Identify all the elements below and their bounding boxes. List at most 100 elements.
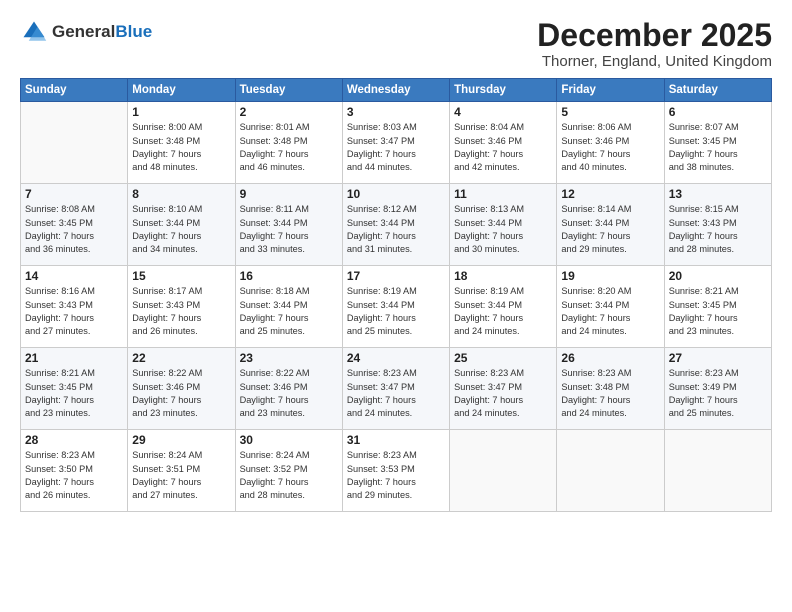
day-info: Sunrise: 8:07 AMSunset: 3:45 PMDaylight:…	[669, 121, 767, 174]
day-number: 7	[25, 187, 123, 201]
calendar-cell-w1-d1	[21, 102, 128, 184]
day-number: 19	[561, 269, 659, 283]
calendar-cell-w4-d6: 26 Sunrise: 8:23 AMSunset: 3:48 PMDayligh…	[557, 348, 664, 430]
calendar-table: Sunday Monday Tuesday Wednesday Thursday…	[20, 78, 772, 512]
day-info: Sunrise: 8:22 AMSunset: 3:46 PMDaylight:…	[240, 367, 338, 420]
day-info: Sunrise: 8:01 AMSunset: 3:48 PMDaylight:…	[240, 121, 338, 174]
calendar-cell-w4-d5: 25 Sunrise: 8:23 AMSunset: 3:47 PMDayligh…	[450, 348, 557, 430]
day-info: Sunrise: 8:00 AMSunset: 3:48 PMDaylight:…	[132, 121, 230, 174]
calendar-cell-w1-d7: 6 Sunrise: 8:07 AMSunset: 3:45 PMDaylight…	[664, 102, 771, 184]
col-thursday: Thursday	[450, 79, 557, 102]
day-number: 23	[240, 351, 338, 365]
day-info: Sunrise: 8:23 AMSunset: 3:47 PMDaylight:…	[347, 367, 445, 420]
day-number: 27	[669, 351, 767, 365]
day-number: 4	[454, 105, 552, 119]
day-info: Sunrise: 8:11 AMSunset: 3:44 PMDaylight:…	[240, 203, 338, 256]
calendar-cell-w3-d6: 19 Sunrise: 8:20 AMSunset: 3:44 PMDayligh…	[557, 266, 664, 348]
day-info: Sunrise: 8:18 AMSunset: 3:44 PMDaylight:…	[240, 285, 338, 338]
week-row-4: 21Sunrise: 8:21 AMSunset: 3:45 PMDayligh…	[21, 348, 772, 430]
day-number: 26	[561, 351, 659, 365]
day-number: 1	[132, 105, 230, 119]
calendar-cell-w5-d3: 30 Sunrise: 8:24 AMSunset: 3:52 PMDayligh…	[235, 430, 342, 512]
day-info: Sunrise: 8:03 AMSunset: 3:47 PMDaylight:…	[347, 121, 445, 174]
day-info: Sunrise: 8:23 AMSunset: 3:50 PMDaylight:…	[25, 449, 123, 502]
week-row-1: 1 Sunrise: 8:00 AMSunset: 3:48 PMDaylight…	[21, 102, 772, 184]
calendar-cell-w5-d1: 28 Sunrise: 8:23 AMSunset: 3:50 PMDayligh…	[21, 430, 128, 512]
day-info: Sunrise: 8:06 AMSunset: 3:46 PMDaylight:…	[561, 121, 659, 174]
day-number: 10	[347, 187, 445, 201]
calendar-cell-w2-d3: 9 Sunrise: 8:11 AMSunset: 3:44 PMDaylight…	[235, 184, 342, 266]
day-number: 5	[561, 105, 659, 119]
calendar-cell-w4-d3: 23 Sunrise: 8:22 AMSunset: 3:46 PMDayligh…	[235, 348, 342, 430]
day-info: Sunrise: 8:10 AMSunset: 3:44 PMDaylight:…	[132, 203, 230, 256]
calendar-cell-w1-d5: 4 Sunrise: 8:04 AMSunset: 3:46 PMDaylight…	[450, 102, 557, 184]
day-number: 11	[454, 187, 552, 201]
day-info: Sunrise: 8:04 AMSunset: 3:46 PMDaylight:…	[454, 121, 552, 174]
week-row-2: 7Sunrise: 8:08 AMSunset: 3:45 PMDaylight…	[21, 184, 772, 266]
day-info: Sunrise: 8:23 AMSunset: 3:47 PMDaylight:…	[454, 367, 552, 420]
calendar-cell-w4-d7: 27 Sunrise: 8:23 AMSunset: 3:49 PMDayligh…	[664, 348, 771, 430]
week-row-3: 14Sunrise: 8:16 AMSunset: 3:43 PMDayligh…	[21, 266, 772, 348]
logo-blue: Blue	[115, 22, 152, 41]
calendar-cell-w4-d2: 22Sunrise: 8:22 AMSunset: 3:46 PMDayligh…	[128, 348, 235, 430]
day-info: Sunrise: 8:15 AMSunset: 3:43 PMDaylight:…	[669, 203, 767, 256]
day-info: Sunrise: 8:13 AMSunset: 3:44 PMDaylight:…	[454, 203, 552, 256]
day-number: 20	[669, 269, 767, 283]
day-number: 29	[132, 433, 230, 447]
day-number: 31	[347, 433, 445, 447]
header: GeneralBlue December 2025 Thorner, Engla…	[20, 18, 772, 70]
col-saturday: Saturday	[664, 79, 771, 102]
day-info: Sunrise: 8:23 AMSunset: 3:49 PMDaylight:…	[669, 367, 767, 420]
day-number: 6	[669, 105, 767, 119]
day-number: 12	[561, 187, 659, 201]
location: Thorner, England, United Kingdom	[537, 53, 772, 70]
calendar-header-row: Sunday Monday Tuesday Wednesday Thursday…	[21, 79, 772, 102]
month-title: December 2025	[537, 18, 772, 53]
calendar-cell-w2-d1: 7Sunrise: 8:08 AMSunset: 3:45 PMDaylight…	[21, 184, 128, 266]
day-info: Sunrise: 8:24 AMSunset: 3:52 PMDaylight:…	[240, 449, 338, 502]
title-block: December 2025 Thorner, England, United K…	[537, 18, 772, 70]
calendar-cell-w3-d4: 17Sunrise: 8:19 AMSunset: 3:44 PMDayligh…	[342, 266, 449, 348]
logo-text: GeneralBlue	[52, 23, 152, 42]
day-number: 2	[240, 105, 338, 119]
logo-icon	[20, 18, 48, 46]
calendar-cell-w5-d7	[664, 430, 771, 512]
calendar-cell-w3-d5: 18 Sunrise: 8:19 AMSunset: 3:44 PMDayligh…	[450, 266, 557, 348]
day-number: 24	[347, 351, 445, 365]
calendar-cell-w1-d2: 1 Sunrise: 8:00 AMSunset: 3:48 PMDaylight…	[128, 102, 235, 184]
day-info: Sunrise: 8:17 AMSunset: 3:43 PMDaylight:…	[132, 285, 230, 338]
day-number: 30	[240, 433, 338, 447]
calendar-cell-w1-d4: 3Sunrise: 8:03 AMSunset: 3:47 PMDaylight…	[342, 102, 449, 184]
day-info: Sunrise: 8:23 AMSunset: 3:48 PMDaylight:…	[561, 367, 659, 420]
col-wednesday: Wednesday	[342, 79, 449, 102]
calendar-cell-w3-d2: 15 Sunrise: 8:17 AMSunset: 3:43 PMDayligh…	[128, 266, 235, 348]
day-number: 15	[132, 269, 230, 283]
day-number: 17	[347, 269, 445, 283]
day-number: 25	[454, 351, 552, 365]
day-number: 22	[132, 351, 230, 365]
day-number: 9	[240, 187, 338, 201]
day-number: 18	[454, 269, 552, 283]
calendar-cell-w1-d3: 2 Sunrise: 8:01 AMSunset: 3:48 PMDaylight…	[235, 102, 342, 184]
calendar-cell-w2-d6: 12Sunrise: 8:14 AMSunset: 3:44 PMDayligh…	[557, 184, 664, 266]
day-info: Sunrise: 8:21 AMSunset: 3:45 PMDaylight:…	[25, 367, 123, 420]
day-info: Sunrise: 8:24 AMSunset: 3:51 PMDaylight:…	[132, 449, 230, 502]
calendar-cell-w2-d5: 11 Sunrise: 8:13 AMSunset: 3:44 PMDayligh…	[450, 184, 557, 266]
day-number: 28	[25, 433, 123, 447]
page: GeneralBlue December 2025 Thorner, Engla…	[0, 0, 792, 612]
day-info: Sunrise: 8:20 AMSunset: 3:44 PMDaylight:…	[561, 285, 659, 338]
day-info: Sunrise: 8:19 AMSunset: 3:44 PMDaylight:…	[454, 285, 552, 338]
calendar-cell-w2-d7: 13Sunrise: 8:15 AMSunset: 3:43 PMDayligh…	[664, 184, 771, 266]
calendar-cell-w5-d5	[450, 430, 557, 512]
calendar-cell-w5-d4: 31Sunrise: 8:23 AMSunset: 3:53 PMDayligh…	[342, 430, 449, 512]
day-number: 16	[240, 269, 338, 283]
calendar-cell-w4-d4: 24 Sunrise: 8:23 AMSunset: 3:47 PMDayligh…	[342, 348, 449, 430]
day-number: 14	[25, 269, 123, 283]
calendar-cell-w1-d6: 5 Sunrise: 8:06 AMSunset: 3:46 PMDaylight…	[557, 102, 664, 184]
col-tuesday: Tuesday	[235, 79, 342, 102]
calendar-cell-w3-d3: 16 Sunrise: 8:18 AMSunset: 3:44 PMDayligh…	[235, 266, 342, 348]
day-number: 8	[132, 187, 230, 201]
calendar-cell-w4-d1: 21Sunrise: 8:21 AMSunset: 3:45 PMDayligh…	[21, 348, 128, 430]
calendar-cell-w2-d4: 10Sunrise: 8:12 AMSunset: 3:44 PMDayligh…	[342, 184, 449, 266]
col-sunday: Sunday	[21, 79, 128, 102]
